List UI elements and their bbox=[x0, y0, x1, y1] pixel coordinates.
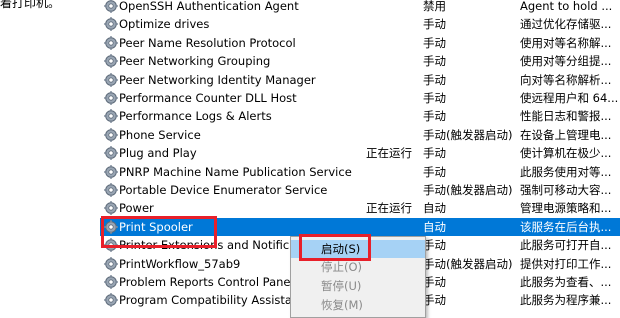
service-description: 在设备上管理电... bbox=[520, 127, 612, 142]
service-startup-type: 手动 bbox=[423, 238, 446, 253]
menu-item-resume[interactable]: 恢复(M) bbox=[291, 296, 425, 314]
service-startup-type: 手动 bbox=[423, 293, 446, 308]
service-gear-icon bbox=[104, 17, 118, 32]
service-status: 正在运行 bbox=[366, 201, 412, 216]
service-gear-icon bbox=[104, 72, 118, 87]
service-status: 正在运行 bbox=[366, 146, 412, 161]
service-name: PrintWorkflow_57ab9 bbox=[119, 256, 241, 271]
service-name: PNRP Machine Name Publication Service bbox=[119, 164, 352, 179]
service-startup-type: 手动 bbox=[423, 35, 446, 50]
service-gear-icon bbox=[104, 201, 118, 216]
service-name: Plug and Play bbox=[119, 146, 197, 161]
service-gear-icon bbox=[104, 275, 118, 289]
service-description: 提供对打印工作... bbox=[520, 256, 612, 271]
service-description: 性能日志和警报... bbox=[520, 109, 612, 124]
service-name: OpenSSH Authentication Agent bbox=[119, 0, 299, 13]
service-gear-icon bbox=[104, 54, 118, 68]
service-row[interactable]: PNRP Machine Name Publication Service 手动 此… bbox=[100, 163, 620, 181]
service-description: 强制可移动大容... bbox=[520, 183, 612, 197]
service-description: 此服务为程序兼... bbox=[520, 293, 612, 308]
service-row[interactable]: OpenSSH Authentication Agent 禁用 Agent to h… bbox=[100, 0, 620, 15]
service-name: Phone Service bbox=[119, 127, 201, 142]
service-startup-type: 手动 bbox=[423, 72, 446, 87]
service-gear-icon bbox=[104, 0, 118, 13]
service-row[interactable]: Phone Service 手动(触发器启动) 在设备上管理电... bbox=[100, 126, 620, 144]
annotation-box-start bbox=[299, 234, 371, 261]
service-gear-icon bbox=[104, 293, 118, 308]
service-description: Agent to hold ... bbox=[520, 0, 613, 13]
description-text: 着打印机。 bbox=[0, 0, 61, 10]
service-name: Peer Networking Grouping bbox=[119, 54, 271, 69]
service-row[interactable]: Portable Device Enumerator Service 手动(触发器… bbox=[100, 181, 620, 199]
service-gear-icon bbox=[104, 109, 118, 124]
service-startup-type: 手动 bbox=[423, 91, 446, 105]
menu-item-pause[interactable]: 暂停(U) bbox=[291, 277, 425, 295]
service-row[interactable]: Plug and Play 正在运行 手动 使计算机在极少... bbox=[100, 144, 620, 162]
service-startup-type: 手动(触发器启动) bbox=[423, 127, 513, 142]
service-description: 使用对等分组提... bbox=[520, 54, 612, 69]
service-description: 使用对等名称解... bbox=[520, 35, 612, 50]
service-row[interactable]: Peer Networking Identity Manager 手动 向对等名称解… bbox=[100, 71, 620, 89]
service-name: Peer Name Resolution Protocol bbox=[119, 35, 296, 50]
service-startup-type: 禁用 bbox=[423, 0, 446, 13]
service-startup-type: 自动 bbox=[423, 219, 446, 234]
service-startup-type: 手动(触发器启动) bbox=[423, 183, 513, 197]
service-gear-icon bbox=[104, 128, 118, 142]
annotation-box-print-spooler bbox=[101, 216, 217, 248]
service-description: 管理电源策略和... bbox=[520, 201, 612, 216]
service-description: 该服务在后台执... bbox=[520, 219, 612, 234]
service-name: Performance Counter DLL Host bbox=[119, 91, 297, 105]
service-startup-type: 自动 bbox=[423, 201, 446, 216]
service-gear-icon bbox=[104, 256, 118, 271]
service-description: 此服务使用对等... bbox=[520, 164, 612, 179]
service-name: Portable Device Enumerator Service bbox=[119, 183, 328, 197]
service-startup-type: 手动 bbox=[423, 146, 446, 161]
service-description: 使计算机在极少... bbox=[520, 146, 612, 161]
service-row[interactable]: Peer Networking Grouping 手动 使用对等分组提... bbox=[100, 52, 620, 70]
service-description: 此服务可打开自... bbox=[520, 238, 612, 253]
service-gear-icon bbox=[104, 183, 118, 197]
service-row[interactable]: Performance Logs & Alerts 手动 性能日志和警报... bbox=[100, 107, 620, 125]
service-name: Performance Logs & Alerts bbox=[119, 109, 272, 124]
service-gear-icon bbox=[104, 91, 118, 105]
service-startup-type: 手动 bbox=[423, 17, 446, 32]
service-startup-type: 手动(触发器启动) bbox=[423, 256, 513, 271]
service-row[interactable]: Performance Counter DLL Host 手动 使远程用户和 64.… bbox=[100, 89, 620, 107]
service-description: 使远程用户和 64... bbox=[520, 91, 619, 105]
service-row[interactable]: Optimize drives 手动 通过优化存储驱... bbox=[100, 15, 620, 33]
service-description: 通过优化存储驱... bbox=[520, 17, 612, 32]
service-gear-icon bbox=[104, 164, 118, 179]
service-row[interactable]: Peer Name Resolution Protocol 手动 使用对等名称解..… bbox=[100, 34, 620, 52]
service-gear-icon bbox=[104, 36, 118, 50]
service-startup-type: 手动 bbox=[423, 54, 446, 69]
service-description: 此服务为查看、... bbox=[520, 275, 612, 289]
service-name: Optimize drives bbox=[119, 17, 210, 32]
description-pane: 着打印机。 bbox=[0, 0, 100, 309]
service-description: 向对等名称解析... bbox=[520, 72, 612, 87]
service-name: Peer Networking Identity Manager bbox=[119, 72, 316, 87]
service-gear-icon bbox=[104, 146, 118, 160]
service-startup-type: 手动 bbox=[423, 109, 446, 124]
service-startup-type: 手动 bbox=[423, 164, 446, 179]
service-startup-type: 手动 bbox=[423, 275, 446, 289]
